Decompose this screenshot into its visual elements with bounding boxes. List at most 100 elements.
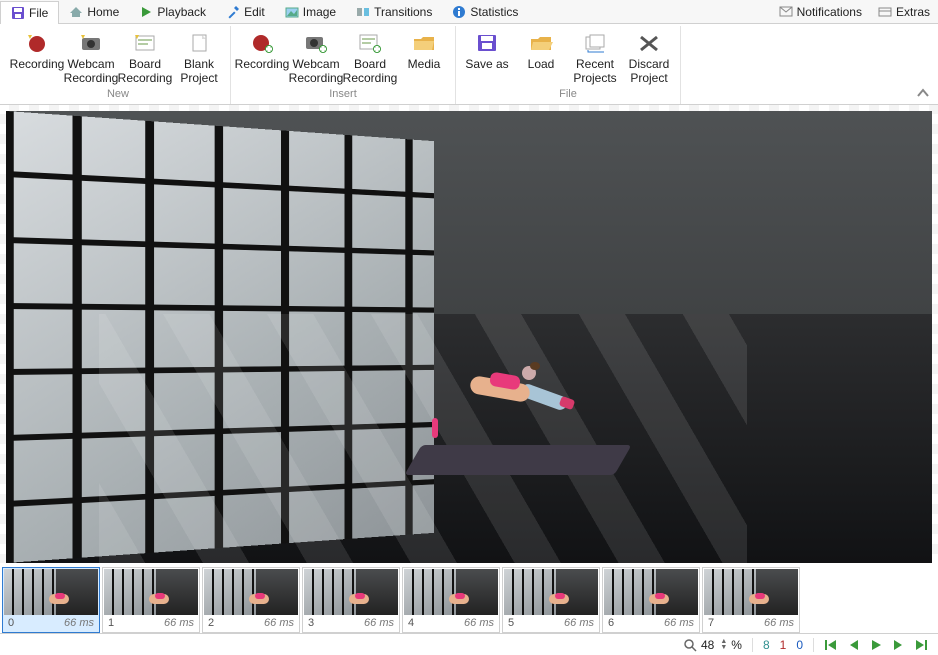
image-icon — [285, 5, 299, 19]
transitions-icon — [356, 5, 370, 19]
btn-label: Webcam Recording — [64, 58, 119, 86]
play-icon — [139, 5, 153, 19]
frame-index: 6 — [608, 617, 614, 629]
record-add-icon — [247, 30, 277, 56]
btn-label: Recent Projects — [568, 58, 622, 86]
webcam-add-icon — [301, 30, 331, 56]
discard-icon — [634, 30, 664, 56]
tab-file[interactable]: File — [0, 1, 59, 24]
thumbnail-image — [4, 569, 98, 615]
tab-image[interactable]: Image — [275, 0, 346, 23]
recent-button[interactable]: Recent Projects — [568, 28, 622, 88]
nav-last-button[interactable] — [912, 639, 930, 651]
menu-tabs: File Home Playback Edit Image Transition… — [0, 0, 938, 24]
frame-duration: 66 ms — [564, 617, 594, 629]
preview-canvas[interactable] — [6, 111, 932, 563]
ribbon: Recording Webcam Recording Board Recordi… — [0, 24, 938, 105]
frame-duration: 66 ms — [164, 617, 194, 629]
recent-icon — [580, 30, 610, 56]
ribbon-group-insert: Recording Webcam Recording Board Recordi… — [231, 26, 456, 104]
webcam-icon — [76, 30, 106, 56]
discard-button[interactable]: Discard Project — [622, 28, 676, 88]
extras-button[interactable]: Extras — [870, 0, 938, 23]
insert-webcam-button[interactable]: Webcam Recording — [289, 28, 343, 88]
btn-label: Discard Project — [622, 58, 676, 86]
frame-index: 1 — [108, 617, 114, 629]
frame-thumbnail[interactable]: 3 66 ms — [302, 567, 400, 633]
tab-label: Edit — [244, 5, 265, 19]
new-board-button[interactable]: Board Recording — [118, 28, 172, 88]
saveas-icon — [472, 30, 502, 56]
stage — [0, 105, 938, 563]
count-frames: 8 — [761, 638, 772, 652]
frame-duration: 66 ms — [764, 617, 794, 629]
saveas-button[interactable]: Save as — [460, 28, 514, 88]
count-selected: 1 — [778, 638, 789, 652]
ribbon-group-file: Save as Load Recent Projects Discard Pro… — [456, 26, 681, 104]
load-button[interactable]: Load — [514, 28, 568, 88]
new-webcam-button[interactable]: Webcam Recording — [64, 28, 118, 88]
new-recording-button[interactable]: Recording — [10, 28, 64, 88]
tab-label: Transitions — [374, 5, 432, 19]
folder-open-icon — [526, 30, 556, 56]
frame-thumbnails: 0 66 ms 1 66 ms 2 66 ms — [0, 563, 938, 633]
status-bar: 48 ▲▼ % 8 1 0 — [0, 633, 938, 655]
record-icon — [22, 30, 52, 56]
frame-thumbnail[interactable]: 1 66 ms — [102, 567, 200, 633]
nav-first-button[interactable] — [822, 639, 840, 651]
thumbnail-image — [404, 569, 498, 615]
btn-label: Media — [408, 58, 441, 86]
frame-duration: 66 ms — [364, 617, 394, 629]
frame-thumbnail[interactable]: 0 66 ms — [2, 567, 100, 633]
new-blank-button[interactable]: Blank Project — [172, 28, 226, 88]
frame-duration: 66 ms — [664, 617, 694, 629]
tab-statistics[interactable]: Statistics — [442, 0, 528, 23]
btn-label: Recording — [10, 58, 65, 86]
tab-playback[interactable]: Playback — [129, 0, 216, 23]
nav-prev-button[interactable] — [846, 639, 862, 651]
insert-media-button[interactable]: Media — [397, 28, 451, 88]
frame-index: 0 — [8, 617, 14, 629]
group-label: File — [559, 88, 577, 100]
btn-label: Save as — [465, 58, 508, 86]
zoom-control[interactable]: 48 ▲▼ % — [683, 638, 744, 652]
nav-next-button[interactable] — [890, 639, 906, 651]
btn-label: Board Recording — [343, 58, 398, 86]
frame-thumbnail[interactable]: 4 66 ms — [402, 567, 500, 633]
extras-label: Extras — [896, 5, 930, 19]
notifications-button[interactable]: Notifications — [771, 0, 870, 23]
thumbnail-image — [704, 569, 798, 615]
chevron-up-icon — [916, 86, 930, 100]
btn-label: Board Recording — [118, 58, 173, 86]
tab-label: File — [29, 6, 48, 20]
insert-board-button[interactable]: Board Recording — [343, 28, 397, 88]
tab-transitions[interactable]: Transitions — [346, 0, 442, 23]
frame-index: 2 — [208, 617, 214, 629]
btn-label: Recording — [235, 58, 290, 86]
tab-edit[interactable]: Edit — [216, 0, 275, 23]
ribbon-collapse-button[interactable] — [916, 86, 930, 100]
save-icon — [11, 6, 25, 20]
thumbnail-image — [304, 569, 398, 615]
info-icon — [452, 5, 466, 19]
envelope-icon — [779, 5, 793, 19]
tab-home[interactable]: Home — [59, 0, 129, 23]
btn-label: Load — [528, 58, 555, 86]
pencil-icon — [226, 5, 240, 19]
zoom-unit: % — [729, 638, 744, 652]
frame-thumbnail[interactable]: 5 66 ms — [502, 567, 600, 633]
frame-index: 3 — [308, 617, 314, 629]
frame-thumbnail[interactable]: 7 66 ms — [702, 567, 800, 633]
frame-thumbnail[interactable]: 6 66 ms — [602, 567, 700, 633]
thumbnail-image — [604, 569, 698, 615]
nav-play-button[interactable] — [868, 639, 884, 651]
frame-thumbnail[interactable]: 2 66 ms — [202, 567, 300, 633]
notifications-label: Notifications — [797, 5, 862, 19]
ribbon-group-new: Recording Webcam Recording Board Recordi… — [6, 26, 231, 104]
insert-recording-button[interactable]: Recording — [235, 28, 289, 88]
zoom-spinner[interactable]: ▲▼ — [720, 639, 727, 651]
count-other: 0 — [794, 638, 805, 652]
extras-icon — [878, 5, 892, 19]
board-add-icon — [355, 30, 385, 56]
zoom-value: 48 — [699, 638, 716, 652]
